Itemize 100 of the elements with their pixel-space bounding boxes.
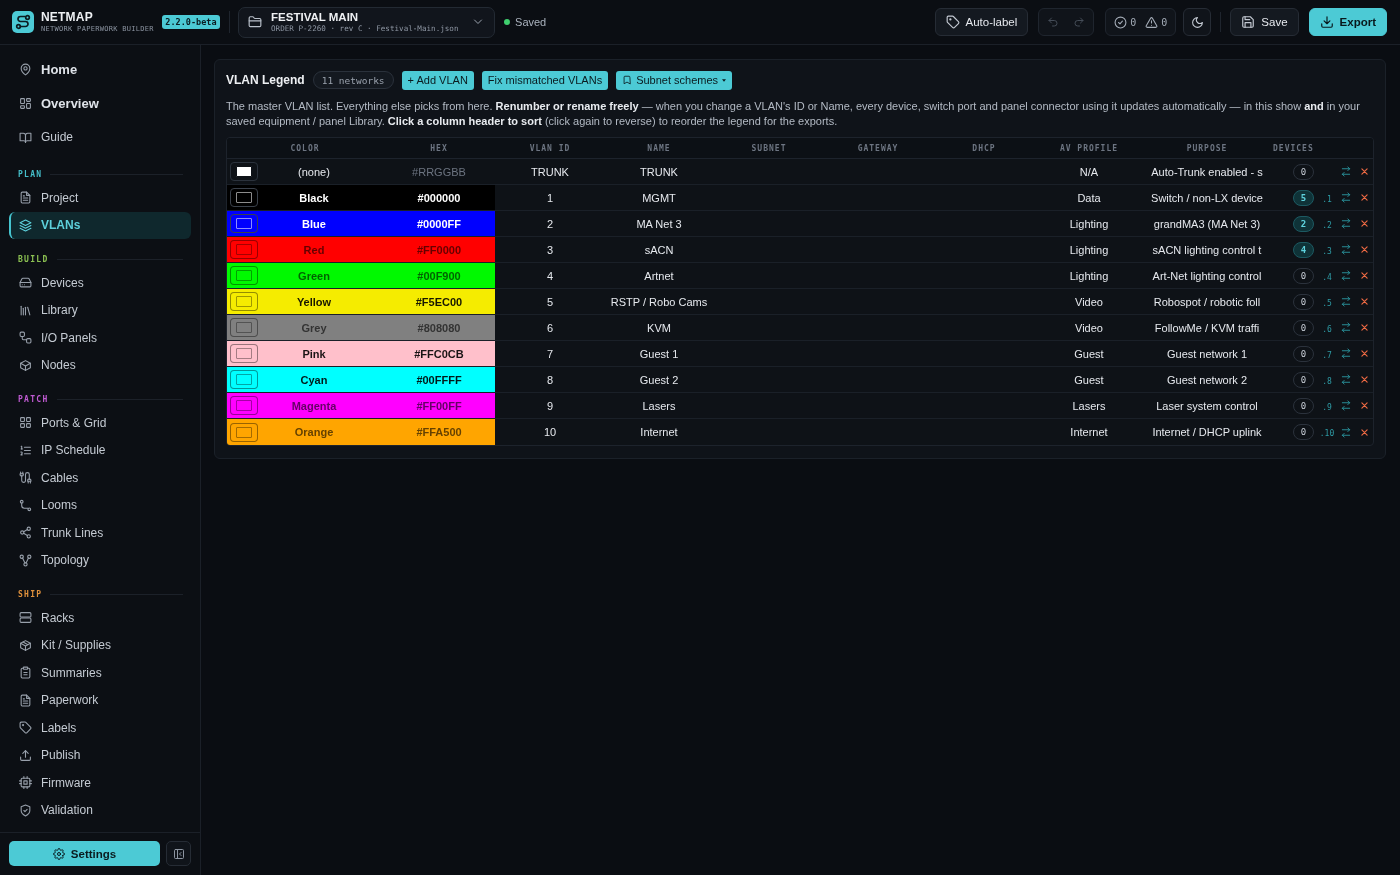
settings-button[interactable]: Settings [9, 841, 160, 866]
vlan-id: 1 [546, 191, 554, 204]
nav-item[interactable]: Ports & Grid [9, 409, 191, 437]
passed-count: 0 [1130, 16, 1137, 28]
delete-icon[interactable] [1360, 297, 1369, 306]
delete-icon[interactable] [1360, 375, 1369, 384]
nav-item[interactable]: Library [9, 296, 191, 324]
nav-item[interactable]: I/O Panels [9, 324, 191, 352]
column-header[interactable]: COLOR [290, 143, 320, 153]
hex-code: #808080 [417, 321, 461, 334]
logo-icon [12, 11, 34, 33]
host-suffix: .7 [1322, 349, 1332, 360]
nav-item[interactable]: Overview [9, 86, 191, 120]
nav-item[interactable]: Trunk Lines [9, 519, 191, 547]
caret-icon [722, 78, 727, 82]
nav-item[interactable]: Cables [9, 464, 191, 492]
color-name: Magenta [291, 399, 337, 412]
device-count: 4 [1293, 241, 1314, 258]
nav-item[interactable]: Racks [9, 604, 191, 632]
column-header[interactable]: HEX [430, 143, 448, 153]
nav-item[interactable]: Devices [9, 269, 191, 297]
nav-item[interactable]: Project [9, 184, 191, 212]
swap-icon[interactable] [1340, 426, 1352, 438]
column-header[interactable]: VLAN ID [529, 143, 571, 153]
nav-item[interactable]: Paperwork [9, 686, 191, 714]
color-swatch[interactable] [230, 188, 258, 207]
column-header[interactable]: SUBNET [751, 143, 787, 153]
nav-item[interactable]: Guide [9, 120, 191, 154]
swap-icon[interactable] [1340, 400, 1352, 411]
network-count: 11 networks [312, 71, 394, 89]
purpose-text: sACN lighting control t [1152, 243, 1262, 256]
cube-icon [19, 358, 32, 372]
column-header[interactable]: AV PROFILE [1059, 143, 1119, 153]
swap-icon[interactable] [1340, 322, 1352, 333]
swap-icon[interactable] [1340, 348, 1352, 359]
swap-icon[interactable] [1340, 270, 1352, 281]
column-header[interactable]: DHCP [972, 143, 996, 153]
delete-icon[interactable] [1360, 323, 1369, 332]
auto-label-button[interactable]: Auto-label [934, 8, 1029, 36]
column-header[interactable]: NAME [647, 143, 671, 153]
swap-icon[interactable] [1340, 244, 1352, 255]
nav-item[interactable]: Publish [9, 741, 191, 769]
pin-icon [19, 62, 32, 76]
theme-button[interactable] [1183, 8, 1212, 36]
cable-icon [19, 471, 32, 485]
av-profile: Video [1075, 295, 1103, 308]
delete-icon[interactable] [1360, 193, 1369, 202]
swap-icon[interactable] [1340, 218, 1352, 229]
upload-icon [19, 748, 32, 762]
color-swatch[interactable] [230, 162, 258, 181]
add-vlan-button[interactable]: + Add VLAN [401, 70, 474, 90]
av-profile: Guest [1074, 373, 1104, 386]
nav-item[interactable]: VLANs [9, 211, 191, 239]
delete-icon[interactable] [1360, 219, 1369, 228]
nav-item[interactable]: Firmware [9, 769, 191, 797]
delete-icon[interactable] [1360, 167, 1369, 176]
section-label: PATCH [18, 394, 49, 404]
save-button[interactable]: Save [1230, 8, 1299, 36]
device-count: 0 [1293, 293, 1314, 310]
av-profile: Lighting [1069, 269, 1109, 282]
clipboard-icon [19, 666, 32, 680]
save-icon [1241, 15, 1256, 29]
purpose-text: Guest network 1 [1166, 347, 1248, 360]
hex-field[interactable]: #RRGGBB [404, 162, 474, 181]
column-header[interactable]: GATEWAY [857, 143, 899, 153]
delete-icon[interactable] [1360, 245, 1369, 254]
nav-item[interactable]: Kit / Supplies [9, 631, 191, 659]
av-profile: Video [1075, 321, 1103, 334]
delete-icon[interactable] [1360, 427, 1369, 437]
column-header[interactable]: DEVICES [1273, 143, 1314, 153]
delete-icon[interactable] [1360, 349, 1369, 358]
swap-icon[interactable] [1340, 166, 1352, 177]
host-suffix: .10 [1319, 428, 1335, 438]
fix-vlans-button[interactable]: Fix mismatched VLANs [481, 70, 609, 90]
nav-item[interactable]: Validation [9, 796, 191, 824]
nav-item[interactable]: Summaries [9, 659, 191, 687]
purpose-text: Internet / DHCP uplink [1152, 426, 1262, 438]
settings-icon [52, 847, 65, 860]
nav-item[interactable]: Topology [9, 546, 191, 574]
collapse-sidebar-button[interactable] [166, 841, 191, 866]
save-status: Saved [515, 16, 547, 28]
column-header[interactable]: PURPOSE [1186, 143, 1228, 153]
nav-item[interactable]: Looms [9, 491, 191, 519]
swap-icon[interactable] [1340, 192, 1352, 203]
sidebar-panel-icon [172, 847, 185, 860]
nav-item[interactable]: IP Schedule [9, 436, 191, 464]
hex-code: #00FFFF [416, 373, 462, 386]
device-count: 0 [1293, 345, 1314, 362]
color-swatch[interactable] [230, 214, 258, 233]
delete-icon[interactable] [1360, 401, 1369, 410]
swap-icon[interactable] [1340, 296, 1352, 307]
subnet-schemes-button[interactable]: Subnet schemes [616, 70, 733, 90]
av-profile: Lighting [1069, 217, 1109, 230]
delete-icon[interactable] [1360, 271, 1369, 280]
nav-item[interactable]: Nodes [9, 351, 191, 379]
export-button[interactable]: Export [1308, 8, 1387, 36]
nav-item[interactable]: Labels [9, 714, 191, 742]
color-name: Black [299, 191, 329, 204]
swap-icon[interactable] [1340, 374, 1352, 385]
nav-item[interactable]: Home [9, 52, 191, 86]
